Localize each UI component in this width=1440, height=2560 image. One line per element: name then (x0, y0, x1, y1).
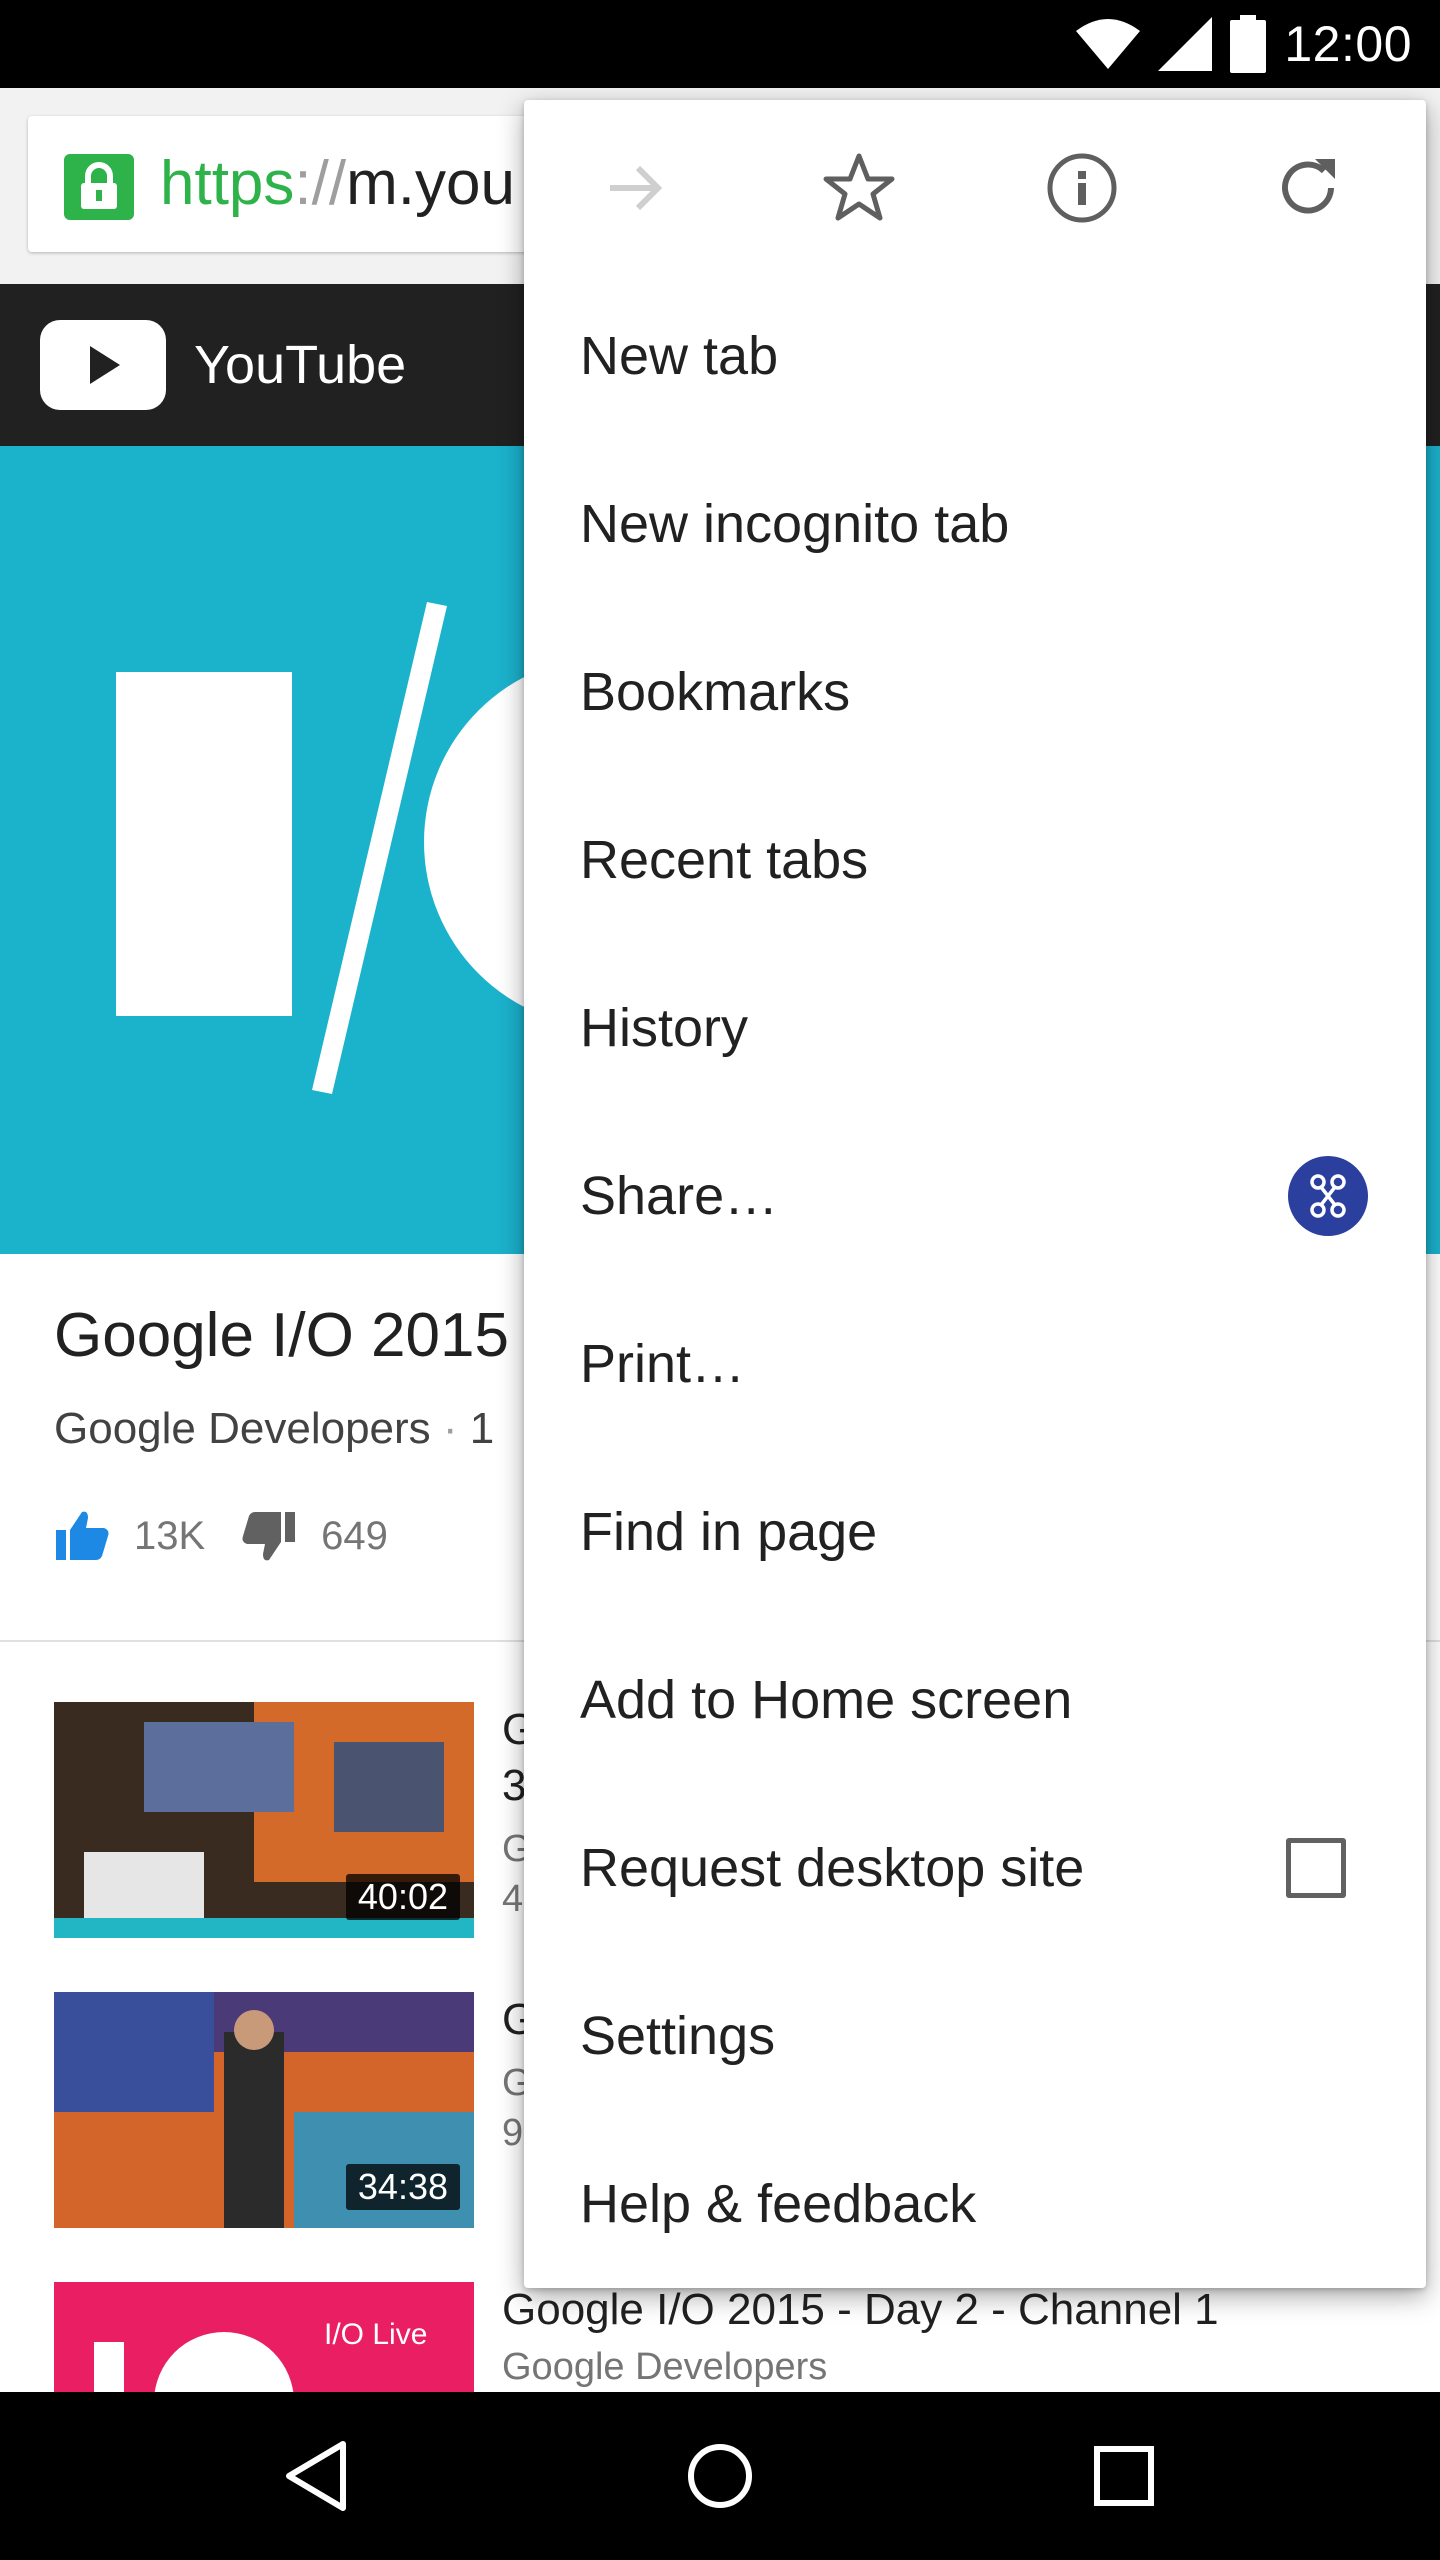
cell-signal-icon (1158, 17, 1213, 71)
channel-name[interactable]: Google Developers (54, 1404, 431, 1453)
menu-label: Print… (580, 1334, 746, 1394)
menu-label: Help & feedback (580, 2174, 977, 2234)
share-target-icon[interactable] (1288, 1156, 1368, 1236)
menu-label: Recent tabs (580, 830, 869, 890)
battery-icon (1230, 15, 1267, 73)
channel-suffix: 1 (469, 1404, 495, 1453)
duration-badge: 40:02 (345, 1874, 460, 1920)
url-scheme: https (160, 149, 295, 218)
menu-item-help-feedback[interactable]: Help & feedback (524, 2120, 1426, 2288)
menu-label: Add to Home screen (580, 1670, 1073, 1730)
menu-label: Request desktop site (580, 1838, 1085, 1898)
desktop-site-checkbox[interactable] (1286, 1838, 1346, 1898)
home-icon[interactable] (670, 2426, 770, 2526)
thumbs-down-icon[interactable] (241, 1508, 297, 1564)
related-channel: Google Developers (502, 2346, 828, 2388)
video-thumbnail[interactable]: 40:02 (54, 1702, 474, 1938)
url-text[interactable]: https://m.you (160, 146, 515, 222)
menu-label: Settings (580, 2006, 776, 2066)
menu-item-bookmarks[interactable]: Bookmarks (524, 608, 1426, 776)
overflow-menu: New tab New incognito tab Bookmarks Rece… (524, 100, 1426, 2288)
menu-item-print[interactable]: Print… (524, 1280, 1426, 1448)
wifi-icon (1076, 19, 1141, 69)
reload-icon[interactable] (1264, 144, 1352, 232)
bookmark-star-icon[interactable] (815, 144, 903, 232)
related-views: 4 (502, 1878, 524, 1920)
youtube-title[interactable]: YouTube (194, 330, 406, 400)
menu-item-history[interactable]: History (524, 944, 1426, 1112)
menu-item-find-in-page[interactable]: Find in page (524, 1448, 1426, 1616)
likes-row: 13K 649 (54, 1506, 424, 1566)
menu-label: History (580, 998, 749, 1058)
dislike-count: 649 (321, 1513, 388, 1558)
recents-icon[interactable] (1074, 2426, 1174, 2526)
status-time: 12:00 (1284, 16, 1412, 72)
menu-label: Share… (580, 1166, 779, 1226)
menu-label: Find in page (580, 1502, 878, 1562)
menu-item-new-tab[interactable]: New tab (524, 272, 1426, 440)
url-host: m.you (346, 149, 515, 218)
menu-item-add-to-home-screen[interactable]: Add to Home screen (524, 1616, 1426, 1784)
video-title: Google I/O 2015 (54, 1301, 509, 1370)
thumb-label: I/O Live (324, 2318, 428, 2351)
menu-item-share[interactable]: Share… (524, 1112, 1426, 1280)
url-separator: :// (294, 149, 347, 218)
video-channel-line: Google Developers · 1 (54, 1404, 494, 1454)
related-title-line-2[interactable]: 3 (502, 1758, 526, 1814)
menu-label: New tab (580, 326, 779, 386)
thumbs-up-icon[interactable] (54, 1508, 110, 1564)
page-info-icon[interactable] (1038, 144, 1126, 232)
video-thumbnail[interactable]: 34:38 (54, 1992, 474, 2228)
menu-item-settings[interactable]: Settings (524, 1952, 1426, 2120)
status-bar: 12:00 (0, 0, 1440, 88)
related-title[interactable]: Google I/O 2015 - Day 2 - Channel 1 (502, 2282, 1219, 2338)
lock-icon[interactable] (64, 154, 134, 220)
menu-label: Bookmarks (580, 662, 851, 722)
youtube-logo-icon[interactable] (40, 320, 166, 410)
duration-badge: 34:38 (345, 2164, 460, 2210)
menu-item-request-desktop-site[interactable]: Request desktop site (524, 1784, 1426, 1952)
menu-item-new-incognito-tab[interactable]: New incognito tab (524, 440, 1426, 608)
related-video-3[interactable]: I/O Live Google I/O 2015 - Day 2 - Chann… (54, 2282, 1434, 2392)
related-views: 9 (502, 2112, 524, 2154)
menu-label: New incognito tab (580, 494, 1010, 554)
video-thumbnail[interactable]: I/O Live (54, 2282, 474, 2392)
navigation-bar (0, 2392, 1440, 2560)
status-icons: 12:00 (1076, 0, 1412, 88)
separator-dot: · (442, 1404, 458, 1453)
forward-icon[interactable] (592, 144, 680, 232)
like-count: 13K (134, 1513, 206, 1558)
back-icon[interactable] (266, 2426, 366, 2526)
menu-item-recent-tabs[interactable]: Recent tabs (524, 776, 1426, 944)
menu-icon-row (524, 100, 1426, 276)
